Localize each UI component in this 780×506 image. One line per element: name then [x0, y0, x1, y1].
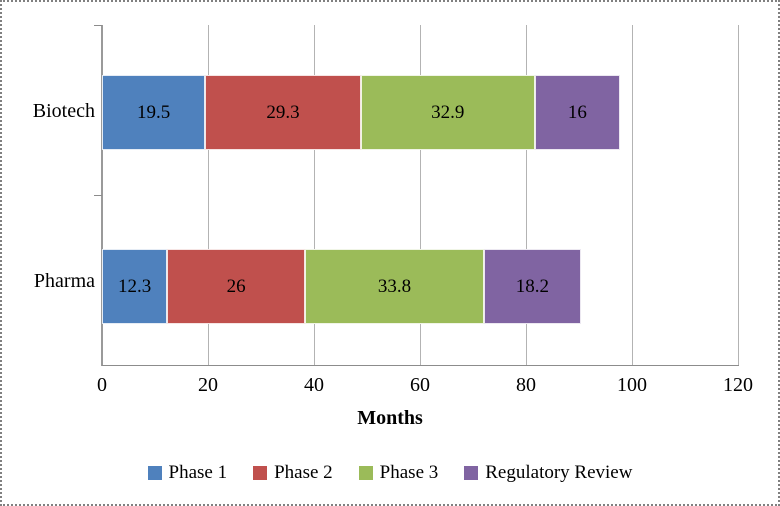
bar-segment-pharma-phase-1[interactable]: 12.3 [102, 249, 168, 324]
gridline-120 [738, 25, 739, 365]
bar-value-label: 19.5 [137, 102, 171, 123]
bar-segment-pharma-regulatory-review[interactable]: 18.2 [484, 249, 581, 324]
bar-segment-biotech-phase-1[interactable]: 19.5 [102, 75, 206, 150]
legend-item-phase-3[interactable]: Phase 3 [358, 462, 439, 484]
bar-segment-pharma-phase-3[interactable]: 33.8 [304, 249, 485, 324]
x-tick-label-20: 20 [198, 374, 218, 396]
category-label-pharma: Pharma [33, 270, 95, 292]
bar-value-label: 16 [567, 102, 587, 123]
legend-label: Phase 1 [168, 462, 228, 483]
legend-swatch-icon [147, 466, 162, 480]
x-tick-label-60: 60 [410, 374, 430, 396]
x-tick-label-0: 0 [97, 374, 107, 396]
bar-segment-biotech-phase-2[interactable]: 29.3 [205, 75, 361, 150]
legend-label: Phase 2 [274, 462, 333, 483]
legend-item-phase-1[interactable]: Phase 1 [147, 462, 228, 484]
stacked-bar-chart: Biotech Pharma Months Phase 1 Phase 2 Phas… [0, 0, 780, 506]
legend-label: Regulatory Review [485, 462, 633, 483]
bar-value-label: 26 [226, 276, 246, 297]
x-tick-label-80: 80 [516, 374, 536, 396]
bar-segment-biotech-regulatory-review[interactable]: 16 [534, 75, 620, 150]
gridline-100 [632, 25, 633, 365]
legend-swatch-icon [358, 466, 373, 480]
x-tick-label-120: 120 [723, 374, 753, 396]
x-axis-title: Months [357, 407, 423, 429]
bar-segment-pharma-phase-2[interactable]: 26 [167, 249, 305, 324]
legend-item-phase-2[interactable]: Phase 2 [253, 462, 333, 484]
x-axis-line [102, 365, 739, 366]
bar-value-label: 33.8 [377, 276, 412, 297]
y-axis-tick-middle [94, 195, 102, 196]
legend-swatch-icon [464, 466, 479, 480]
x-tick-label-40: 40 [304, 374, 324, 396]
bar-value-label: 32.9 [431, 102, 465, 123]
legend-item-regulatory-review[interactable]: Regulatory Review [464, 462, 632, 484]
bar-segment-biotech-phase-3[interactable]: 32.9 [360, 75, 535, 150]
bar-row-biotech: 19.5 29.3 32.9 16 [102, 75, 620, 150]
bar-value-label: 18.2 [515, 276, 549, 297]
bar-row-pharma: 12.3 26 33.8 18.2 [102, 249, 581, 324]
bar-value-label: 29.3 [266, 102, 300, 123]
y-axis-tick-top [94, 25, 102, 26]
chart-legend: Phase 1 Phase 2 Phase 3 Regulatory Review [2, 462, 778, 484]
legend-swatch-icon [253, 466, 268, 480]
category-label-biotech: Biotech [32, 100, 95, 122]
legend-label: Phase 3 [379, 462, 439, 483]
bar-value-label: 12.3 [117, 276, 152, 297]
x-tick-label-100: 100 [617, 374, 647, 396]
